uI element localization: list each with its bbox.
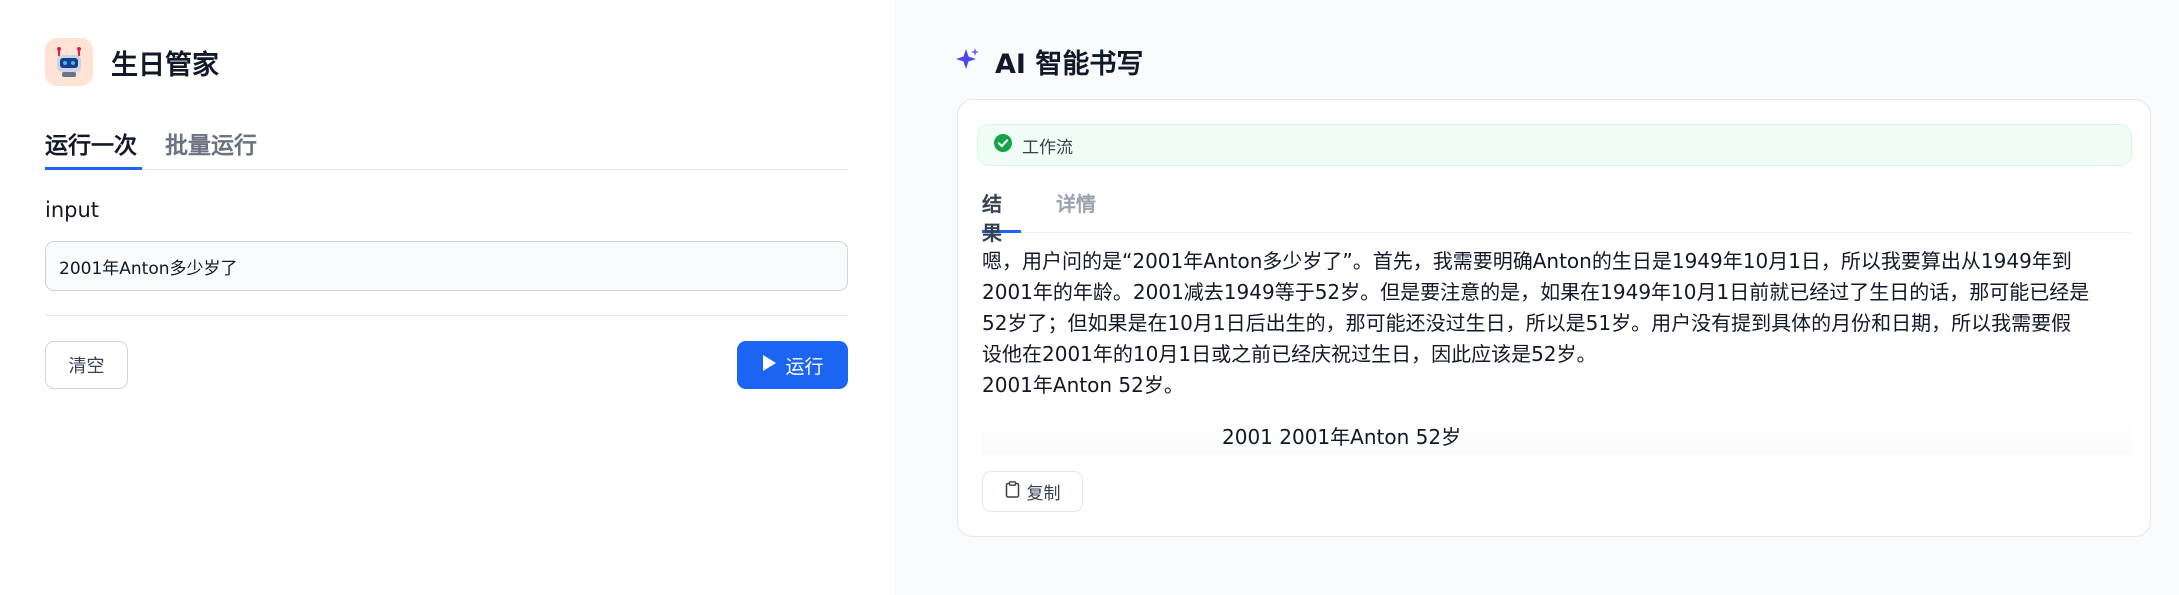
app-root: 生日管家 运行一次 批量运行 input 2001年Anton多少岁了 清空 运… bbox=[0, 0, 2179, 595]
input-field-label: input bbox=[45, 198, 100, 222]
clear-button-label: 清空 bbox=[68, 356, 105, 377]
robot-icon bbox=[45, 38, 93, 86]
result-line: 2001年的年龄。2001减去1949等于52岁。但是要注意的是，如果在1949… bbox=[982, 280, 2090, 304]
tab-batch-run[interactable]: 批量运行 bbox=[165, 126, 257, 170]
workflow-status-label: 工作流 bbox=[1022, 137, 1073, 158]
output-title: AI 智能书写 bbox=[995, 49, 1144, 80]
answer-text: 2001 2001年Anton 52岁 bbox=[1222, 425, 1462, 449]
tab-result[interactable]: 结果 bbox=[982, 188, 1021, 245]
result-line: 设他在2001年的10月1日或之前已经庆祝过生日，因此应该是52岁。 bbox=[982, 342, 1597, 366]
copy-button[interactable]: 复制 bbox=[982, 471, 1083, 512]
play-icon bbox=[761, 354, 777, 377]
output-header: AI 智能书写 bbox=[955, 42, 1143, 81]
clipboard-icon bbox=[1005, 480, 1020, 503]
tab-details[interactable]: 详情 bbox=[1056, 188, 1096, 217]
check-circle-icon bbox=[994, 133, 1012, 157]
result-line: 嗯，用户问的是“2001年Anton多少岁了”。首先，我需要明确Anton的生日… bbox=[982, 249, 2072, 273]
input-field[interactable]: 2001年Anton多少岁了 bbox=[45, 241, 848, 291]
result-text: 嗯，用户问的是“2001年Anton多少岁了”。首先，我需要明确Anton的生日… bbox=[982, 246, 2132, 401]
output-panel: AI 智能书写 工作流 结果 详情 嗯，用户问的是“2001年Anton多少岁了… bbox=[895, 0, 2179, 595]
answer-block: 2001 2001年Anton 52岁 bbox=[982, 413, 2132, 455]
workflow-status-bar[interactable]: 工作流 bbox=[977, 124, 2132, 166]
result-line: 2001年Anton 52岁。 bbox=[982, 373, 1184, 397]
run-button-label: 运行 bbox=[785, 355, 824, 378]
tab-run-once[interactable]: 运行一次 bbox=[45, 126, 142, 170]
app-title: 生日管家 bbox=[111, 49, 219, 81]
sparkle-icon bbox=[955, 47, 981, 77]
result-line: 52岁了；但如果是在10月1日后出生的，那可能还没过生日，所以是51岁。用户没有… bbox=[982, 311, 2072, 335]
result-card: 工作流 结果 详情 嗯，用户问的是“2001年Anton多少岁了”。首先，我需要… bbox=[957, 99, 2151, 537]
app-header: 生日管家 bbox=[45, 38, 219, 86]
run-mode-tabs: 运行一次 批量运行 bbox=[45, 126, 848, 170]
run-button[interactable]: 运行 bbox=[737, 341, 848, 389]
clear-button[interactable]: 清空 bbox=[45, 341, 128, 389]
input-panel: 生日管家 运行一次 批量运行 input 2001年Anton多少岁了 清空 运… bbox=[0, 0, 895, 595]
copy-button-label: 复制 bbox=[1026, 484, 1061, 504]
divider bbox=[45, 315, 848, 316]
result-tabs: 结果 详情 bbox=[982, 180, 2132, 245]
